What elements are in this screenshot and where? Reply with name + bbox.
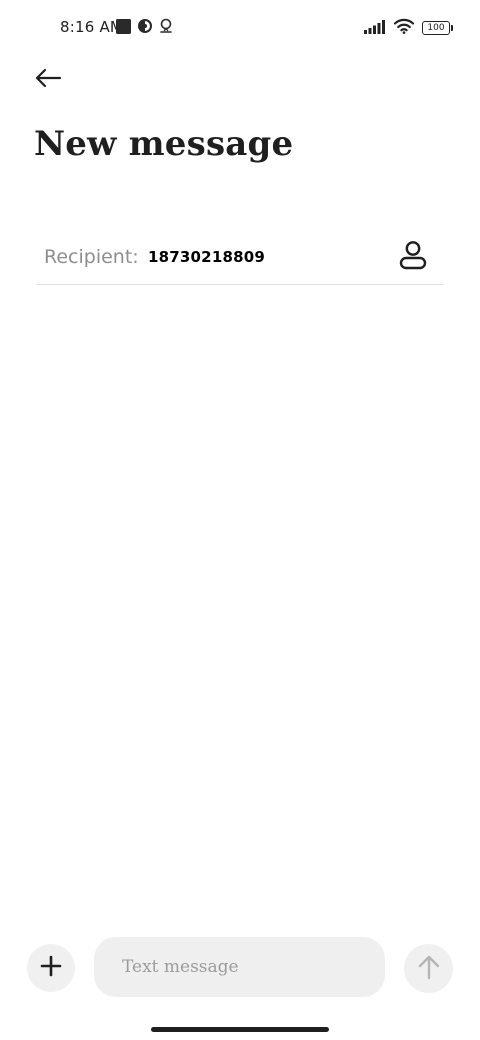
arrow-up-icon xyxy=(418,954,440,984)
status-time: 8:16 AM xyxy=(60,18,124,36)
home-indicator xyxy=(151,1027,329,1032)
plus-icon xyxy=(40,955,62,981)
wifi-icon xyxy=(393,18,415,38)
status-notification-icons xyxy=(116,18,173,38)
back-button[interactable] xyxy=(28,62,68,98)
recipient-label: Recipient: xyxy=(44,246,139,268)
add-attachment-button[interactable] xyxy=(27,944,75,992)
contact-picker-button[interactable] xyxy=(396,240,430,274)
recipient-number[interactable]: 18730218809 xyxy=(148,248,265,266)
status-system-icons: 100 xyxy=(364,18,453,38)
battery-icon: 100 xyxy=(422,21,453,35)
message-input[interactable] xyxy=(94,937,385,997)
status-bar: 8:16 AM 100 xyxy=(0,0,480,56)
location-icon xyxy=(159,18,173,38)
recipient-field-row[interactable]: Recipient: 18730218809 xyxy=(36,232,444,285)
page-title: New message xyxy=(34,124,294,164)
app-notification-icon xyxy=(137,18,153,38)
arrow-left-icon xyxy=(34,68,62,92)
cellular-signal-icon xyxy=(364,19,386,38)
person-icon xyxy=(399,240,427,274)
notification-square-icon xyxy=(116,18,131,38)
send-button[interactable] xyxy=(404,944,453,993)
